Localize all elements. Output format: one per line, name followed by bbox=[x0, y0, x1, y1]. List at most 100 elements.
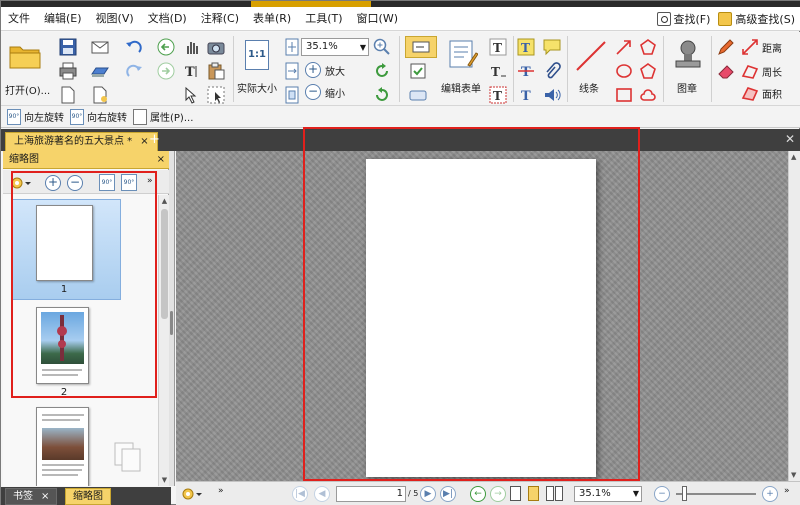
zoom-slider-knob[interactable] bbox=[682, 486, 687, 501]
area-tool[interactable]: 面积 bbox=[741, 84, 797, 102]
single-page-icon[interactable] bbox=[510, 486, 521, 501]
polygon-tool-icon[interactable] bbox=[639, 38, 657, 56]
first-page-icon[interactable]: |◀ bbox=[292, 486, 308, 502]
menu-view[interactable]: 视图(V) bbox=[89, 7, 141, 31]
perimeter-tool[interactable]: 周长 bbox=[741, 62, 797, 80]
distance-tool[interactable]: 距离 bbox=[741, 38, 797, 56]
thumbnail-page-3[interactable] bbox=[36, 407, 89, 486]
document-view[interactable] bbox=[176, 151, 788, 481]
clipboard-icon[interactable] bbox=[207, 62, 225, 80]
select-annotation-icon[interactable] bbox=[183, 86, 201, 104]
callout-text-icon[interactable]: T bbox=[489, 86, 507, 104]
bookmarks-tab[interactable]: 书签 × bbox=[5, 488, 58, 505]
snapshot-icon[interactable] bbox=[207, 38, 225, 56]
open-button[interactable]: 打开(O)... bbox=[5, 38, 50, 100]
facing-page-icon[interactable] bbox=[546, 486, 554, 501]
fit-width-icon[interactable] bbox=[283, 62, 301, 80]
thumbnail-shrink-icon[interactable]: − bbox=[67, 175, 83, 191]
new-document-icon[interactable] bbox=[59, 86, 77, 104]
text-field-small-icon[interactable]: T bbox=[489, 62, 507, 80]
rotate-left-button[interactable]: 90° 向左旋转 bbox=[7, 108, 64, 125]
panel-splitter[interactable] bbox=[169, 151, 175, 486]
scrollbar-thumb[interactable] bbox=[161, 209, 168, 319]
last-page-icon[interactable]: ▶| bbox=[440, 486, 456, 502]
splitter-grip[interactable] bbox=[170, 311, 173, 335]
thumbnail-scrollbar[interactable]: ▲ ▼ bbox=[158, 195, 169, 486]
back-icon[interactable] bbox=[157, 38, 175, 56]
insert-text-icon[interactable]: T bbox=[517, 86, 535, 104]
button-field-icon[interactable] bbox=[409, 86, 427, 104]
close-document-icon[interactable]: ✕ bbox=[785, 132, 795, 146]
scroll-up-icon[interactable]: ▲ bbox=[160, 197, 169, 205]
undo-icon[interactable] bbox=[125, 38, 143, 56]
cloud-tool-icon[interactable] bbox=[639, 86, 657, 104]
oval-tool-icon[interactable] bbox=[615, 62, 633, 80]
forward-icon[interactable] bbox=[157, 62, 175, 80]
thumbnail-rotate-left-icon[interactable]: 90° bbox=[99, 174, 115, 191]
find-button[interactable]: 查找(F) bbox=[656, 11, 710, 27]
save-icon[interactable] bbox=[59, 38, 77, 56]
scroll-down-icon[interactable]: ▼ bbox=[160, 476, 169, 484]
status-zoom-select[interactable]: 35.1% ▼ bbox=[574, 486, 642, 502]
fit-page-icon[interactable] bbox=[283, 38, 301, 56]
thumbnail-rotate-right-icon[interactable]: 90° bbox=[121, 174, 137, 191]
sound-icon[interactable] bbox=[543, 86, 561, 104]
thumbnail-enlarge-icon[interactable]: + bbox=[45, 175, 61, 191]
previous-page-icon[interactable]: ◀ bbox=[314, 486, 330, 502]
status-more-right-icon[interactable]: » bbox=[784, 486, 790, 496]
zoom-in-button[interactable]: + 放大 bbox=[305, 60, 353, 80]
thumbnail-page-1[interactable] bbox=[36, 205, 93, 281]
fit-visible-icon[interactable] bbox=[283, 86, 301, 104]
note-icon[interactable] bbox=[543, 38, 561, 56]
stamp-button[interactable]: 图章 bbox=[667, 36, 709, 100]
doc-scroll-up-icon[interactable]: ▲ bbox=[791, 153, 796, 161]
menu-edit[interactable]: 编辑(E) bbox=[37, 7, 89, 31]
redo-icon[interactable] bbox=[125, 62, 143, 80]
form-tool-highlighted[interactable] bbox=[405, 36, 437, 58]
scan-icon[interactable] bbox=[91, 62, 109, 80]
menu-file[interactable]: 文件 bbox=[1, 7, 37, 31]
next-page-icon[interactable]: ▶ bbox=[420, 486, 436, 502]
page-number-input[interactable]: 1 bbox=[336, 486, 406, 502]
line-tool-button[interactable]: 线条 bbox=[571, 36, 611, 100]
document-scrollbar[interactable]: ▲ ▼ bbox=[788, 151, 800, 481]
thumbnail-page-2[interactable] bbox=[36, 307, 89, 384]
status-zoom-in-icon[interactable]: + bbox=[762, 486, 778, 502]
select-text-icon[interactable]: T bbox=[183, 62, 201, 80]
menu-tools[interactable]: 工具(T) bbox=[298, 7, 349, 31]
arrow-tool-icon[interactable] bbox=[615, 38, 633, 56]
continuous-page-icon[interactable] bbox=[528, 486, 539, 501]
bookmarks-close-icon[interactable]: × bbox=[41, 491, 49, 502]
rotate-view-cw-icon[interactable] bbox=[373, 62, 391, 80]
rotate-view-ccw-icon[interactable] bbox=[373, 86, 391, 104]
panel-close-icon[interactable]: × bbox=[157, 151, 165, 169]
properties-button[interactable]: 属性(P)... bbox=[133, 108, 193, 125]
status-zoom-out-icon[interactable]: − bbox=[654, 486, 670, 502]
menu-comment[interactable]: 注释(C) bbox=[194, 7, 246, 31]
document-tab-close-icon[interactable]: × bbox=[140, 133, 148, 151]
attachment-icon[interactable] bbox=[543, 62, 561, 80]
zoom-select[interactable]: 35.1% ▼ bbox=[301, 38, 369, 56]
pentagon-tool-icon[interactable] bbox=[639, 62, 657, 80]
zoom-in-magnifier-icon[interactable] bbox=[373, 38, 391, 56]
facing-page-icon-2[interactable] bbox=[555, 486, 563, 501]
eraser-icon[interactable] bbox=[717, 62, 735, 80]
rotate-right-button[interactable]: 90° 向右旋转 bbox=[70, 108, 127, 125]
zoom-out-button[interactable]: − 缩小 bbox=[305, 82, 353, 102]
rectangle-tool-icon[interactable] bbox=[615, 86, 633, 104]
pencil-icon[interactable] bbox=[717, 38, 735, 56]
thumbnail-more-icon[interactable]: » bbox=[147, 176, 153, 186]
status-more-icon[interactable]: » bbox=[218, 486, 224, 496]
hand-icon[interactable] bbox=[183, 38, 201, 56]
document-page[interactable] bbox=[366, 159, 596, 477]
thumbnails-tab[interactable]: 缩略图 bbox=[65, 488, 111, 505]
typewriter-icon[interactable]: T bbox=[517, 38, 535, 56]
advanced-find-button[interactable]: 高级查找(S) bbox=[718, 11, 795, 27]
menu-document[interactable]: 文档(D) bbox=[141, 7, 194, 31]
zoom-slider-track[interactable] bbox=[676, 493, 756, 495]
thumbnail-options-gear-icon[interactable] bbox=[9, 174, 31, 192]
doc-scroll-down-icon[interactable]: ▼ bbox=[791, 471, 796, 479]
menu-window[interactable]: 窗口(W) bbox=[350, 7, 405, 31]
document-tab[interactable]: 上海旅游著名的五大景点 * × bbox=[5, 132, 158, 151]
edit-form-button[interactable]: 编辑表单 bbox=[441, 36, 485, 100]
